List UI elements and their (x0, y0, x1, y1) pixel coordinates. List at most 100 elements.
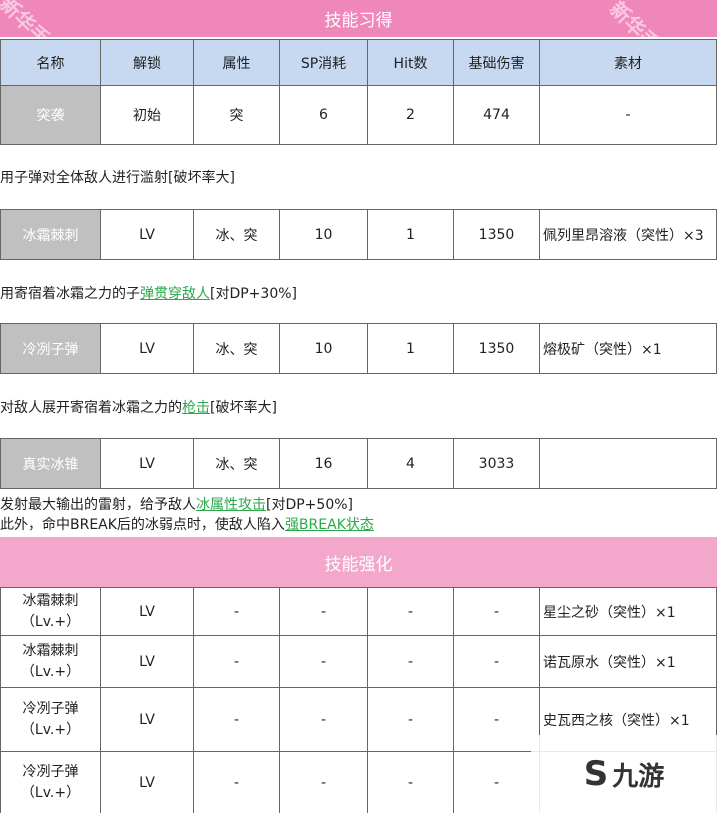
enhance-name: 冷冽子弹 （Lv.+） (0, 687, 101, 752)
skill-material: 佩列里昂溶液（突性）×3 (539, 209, 717, 260)
skill-sp: 16 (279, 438, 368, 489)
col-unlock: 解锁 (100, 39, 194, 86)
enhance-attr: - (193, 635, 280, 688)
enhance-sp: - (279, 635, 368, 688)
enhance-attr: - (193, 687, 280, 752)
skill-hit: 4 (367, 438, 454, 489)
enhance-name-line1: 冰霜棘刺 (22, 642, 79, 659)
description-link[interactable]: 弹贯穿敌人 (140, 286, 210, 302)
skill-attr: 冰、突 (193, 323, 280, 374)
enhance-name-line2: （Lv.+） (20, 613, 81, 630)
description-link[interactable]: 冰属性攻击 (196, 497, 266, 513)
skill-sp: 6 (279, 85, 368, 145)
col-attr: 属性 (193, 39, 280, 86)
skill-unlock: LV (100, 209, 194, 260)
skill-damage: 3033 (453, 438, 540, 489)
enhance-name: 冷冽子弹 （Lv.+） (0, 751, 101, 813)
skill-sp: 10 (279, 209, 368, 260)
table-row: 冰霜棘刺 （Lv.+） LV - - - - 诺瓦原水（突性）×1 (0, 635, 717, 688)
skill-hit: 1 (367, 323, 454, 374)
enhance-hit: - (367, 751, 454, 813)
enhance-name: 冰霜棘刺 （Lv.+） (0, 635, 101, 688)
enhance-hit: - (367, 635, 454, 688)
enhance-name-line1: 冷冽子弹 (22, 700, 79, 717)
col-name: 名称 (0, 39, 101, 86)
enhance-unlock: LV (100, 587, 194, 636)
enhance-damage: - (453, 751, 540, 813)
enhance-damage: - (453, 635, 540, 688)
table-row: 冰霜棘刺 LV 冰、突 10 1 1350 佩列里昂溶液（突性）×3 (0, 209, 717, 260)
enhance-damage: - (453, 587, 540, 636)
skill-damage: 1350 (453, 209, 540, 260)
description-text: [对DP+30%] (210, 286, 297, 302)
enhance-name: 冰霜棘刺 （Lv.+） (0, 587, 101, 636)
skill-damage: 1350 (453, 323, 540, 374)
col-damage: 基础伤害 (453, 39, 540, 86)
enhance-damage: - (453, 687, 540, 752)
col-hit: Hit数 (367, 39, 454, 86)
skill-material (539, 438, 717, 489)
skill-row-table-4: 真实冰锥 LV 冰、突 16 4 3033 (0, 438, 717, 489)
logo-text: 九游 (612, 761, 665, 792)
skill-description: 用子弹对全体敌人进行滥射[破坏率大] (0, 170, 235, 186)
skill-attr: 冰、突 (193, 438, 280, 489)
description-text: [破坏率大] (210, 400, 277, 416)
enhance-name-line1: 冷冽子弹 (22, 763, 79, 780)
skill-sp: 10 (279, 323, 368, 374)
description-text: 用寄宿着冰霜之力的子 (0, 286, 140, 302)
enhance-name-line2: （Lv.+） (20, 784, 81, 801)
enhance-attr: - (193, 587, 280, 636)
table-row: 冷冽子弹 LV 冰、突 10 1 1350 熔极矿（突性）×1 (0, 323, 717, 374)
table-row: 冰霜棘刺 （Lv.+） LV - - - - 星尘之砂（突性）×1 (0, 587, 717, 636)
skill-row-table-1: 突袭 初始 突 6 2 474 - (0, 85, 717, 145)
enhance-unlock: LV (100, 635, 194, 688)
skill-name: 冷冽子弹 (0, 323, 101, 374)
enhance-unlock: LV (100, 687, 194, 752)
skill-name: 冰霜棘刺 (0, 209, 101, 260)
skill-row-table-2: 冰霜棘刺 LV 冰、突 10 1 1350 佩列里昂溶液（突性）×3 (0, 209, 717, 260)
skill-hit: 1 (367, 209, 454, 260)
skill-page: 技能习得 新华手游网 新华手游网 名称 解锁 属性 SP消耗 Hit数 基础伤害… (0, 0, 717, 813)
skill-description: 发射最大输出的雷射，给予敌人冰属性攻击[对DP+50%] (0, 494, 353, 514)
enhance-material: 诺瓦原水（突性）×1 (539, 635, 717, 688)
skill-material: - (539, 85, 717, 145)
description-link[interactable]: 强BREAK状态 (285, 517, 374, 533)
description-text: 此外，命中BREAK后的冰弱点时，使敌人陷入 (0, 517, 285, 533)
skill-attr: 冰、突 (193, 209, 280, 260)
description-text: [对DP+50%] (266, 497, 353, 513)
column-header-row: 名称 解锁 属性 SP消耗 Hit数 基础伤害 素材 (0, 39, 717, 86)
enhance-name-line2: （Lv.+） (20, 721, 81, 738)
skill-attr: 突 (193, 85, 280, 145)
description-text: 发射最大输出的雷射，给予敌人 (0, 497, 196, 513)
skill-unlock: LV (100, 323, 194, 374)
description-link[interactable]: 枪击 (182, 400, 210, 416)
skill-unlock: 初始 (100, 85, 194, 145)
col-material: 素材 (539, 39, 717, 86)
enhance-sp: - (279, 751, 368, 813)
enhance-unlock: LV (100, 751, 194, 813)
enhance-name-line2: （Lv.+） (20, 663, 81, 680)
skill-damage: 474 (453, 85, 540, 145)
table-row: 突袭 初始 突 6 2 474 - (0, 85, 717, 145)
skill-description: 此外，命中BREAK后的冰弱点时，使敌人陷入强BREAK状态 (0, 514, 374, 534)
table-row: 真实冰锥 LV 冰、突 16 4 3033 (0, 438, 717, 489)
logo-mark-icon: S (583, 754, 609, 794)
enhance-sp: - (279, 587, 368, 636)
enhance-hit: - (367, 587, 454, 636)
enhance-hit: - (367, 687, 454, 752)
skill-description: 对敌人展开寄宿着冰霜之力的枪击[破坏率大] (0, 397, 277, 417)
enhance-material: 星尘之砂（突性）×1 (539, 587, 717, 636)
enhance-attr: - (193, 751, 280, 813)
description-text: 对敌人展开寄宿着冰霜之力的 (0, 400, 182, 416)
col-sp: SP消耗 (279, 39, 368, 86)
skill-name: 突袭 (0, 85, 101, 145)
site-logo: S 九游 (531, 735, 717, 813)
skill-row-table-3: 冷冽子弹 LV 冰、突 10 1 1350 熔极矿（突性）×1 (0, 323, 717, 374)
skill-description: 用寄宿着冰霜之力的子弹贯穿敌人[对DP+30%] (0, 283, 297, 303)
skill-unlock: LV (100, 438, 194, 489)
skill-material: 熔极矿（突性）×1 (539, 323, 717, 374)
column-header-table: 名称 解锁 属性 SP消耗 Hit数 基础伤害 素材 (0, 39, 717, 86)
enhance-sp: - (279, 687, 368, 752)
section-title-skill-enhance: 技能强化 (0, 537, 717, 587)
enhance-name-line1: 冰霜棘刺 (22, 592, 79, 609)
